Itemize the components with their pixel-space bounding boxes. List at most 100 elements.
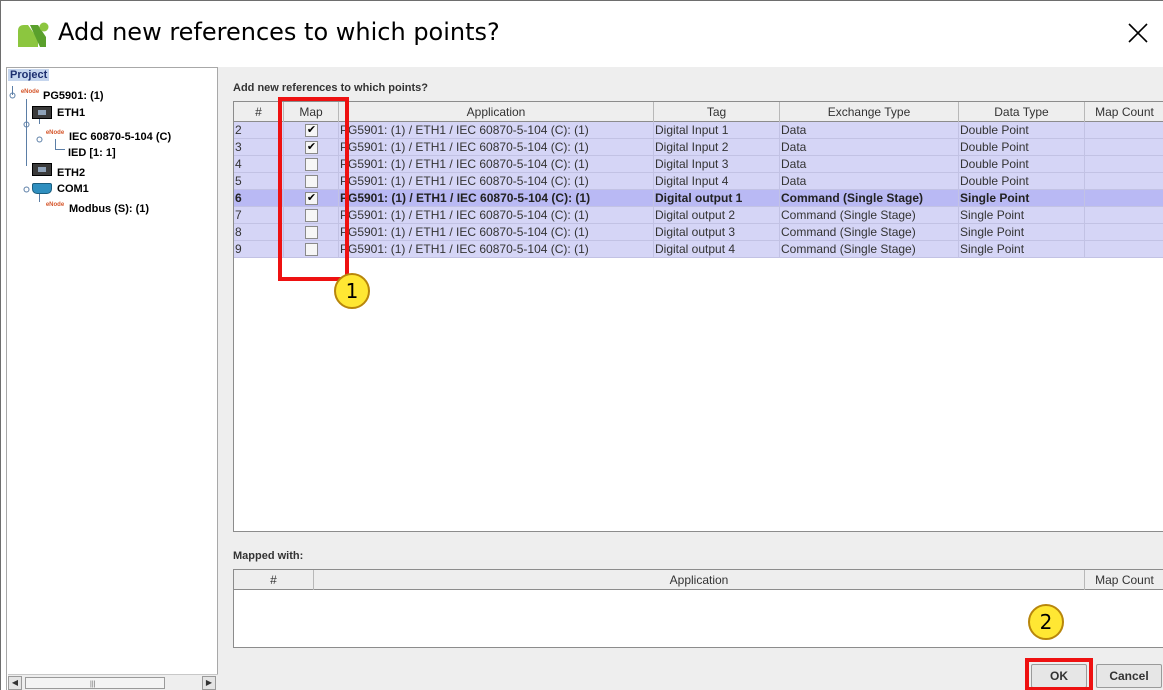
points-section-label: Add new references to which points?	[233, 82, 428, 94]
table-row[interactable]: 8 PG5901: (1) / ETH1 / IEC 60870-5-104 (C…	[234, 224, 1163, 241]
cancel-button[interactable]: Cancel	[1096, 664, 1162, 688]
cell-exchange: Command (Single Stage)	[780, 190, 959, 207]
tree-horizontal-scrollbar[interactable]: ◀ ||| ▶	[8, 674, 218, 690]
cell-exchange: Data	[780, 173, 959, 190]
scroll-thumb[interactable]: |||	[25, 677, 165, 689]
dialog-window: Add new references to which points? Proj…	[0, 0, 1163, 690]
cell-tag: Digital output 2	[654, 207, 780, 224]
cell-num: 2	[234, 122, 284, 139]
mapped-col-header-num[interactable]: #	[234, 570, 314, 590]
mapped-col-header-application[interactable]: Application	[314, 570, 1085, 590]
tree-node-com1[interactable]: COM1	[57, 183, 89, 195]
tree-expand-icon[interactable]	[36, 136, 43, 143]
tree-node-iec104[interactable]: IEC 60870-5-104 (C)	[69, 131, 171, 143]
cell-datatype: Double Point	[959, 173, 1085, 190]
cell-exchange: Command (Single Stage)	[780, 224, 959, 241]
cell-num: 6	[234, 190, 284, 207]
ethernet-port-icon	[32, 106, 52, 119]
tree-node-ied[interactable]: IED [1: 1]	[68, 147, 116, 159]
cell-datatype: Double Point	[959, 156, 1085, 173]
cell-exchange: Command (Single Stage)	[780, 241, 959, 258]
cell-tag: Digital Input 2	[654, 139, 780, 156]
table-row[interactable]: 7 PG5901: (1) / ETH1 / IEC 60870-5-104 (C…	[234, 207, 1163, 224]
cell-num: 4	[234, 156, 284, 173]
close-icon[interactable]	[1123, 18, 1153, 48]
table-row[interactable]: 2 ✔ PG5901: (1) / ETH1 / IEC 60870-5-104 (…	[234, 122, 1163, 139]
dialog-content: Project eNode PG5901: (1) ETH1 eNode IEC…	[6, 67, 1163, 690]
scroll-right-icon[interactable]: ▶	[202, 676, 216, 690]
cell-count	[1085, 173, 1163, 190]
cell-datatype: Single Point	[959, 241, 1085, 258]
col-header-exchange-type[interactable]: Exchange Type	[780, 102, 959, 122]
app-logo-icon	[18, 22, 49, 47]
cell-datatype: Double Point	[959, 139, 1085, 156]
tree-node-modbus[interactable]: Modbus (S): (1)	[69, 203, 149, 215]
cell-exchange: Command (Single Stage)	[780, 207, 959, 224]
col-header-application[interactable]: Application	[339, 102, 654, 122]
cell-count	[1085, 139, 1163, 156]
tree-node-pg5901[interactable]: PG5901: (1)	[43, 90, 104, 102]
tree-expand-icon[interactable]	[23, 121, 30, 128]
cell-tag: Digital Input 3	[654, 156, 780, 173]
col-header-num[interactable]: #	[234, 102, 284, 122]
cell-count	[1085, 190, 1163, 207]
scroll-left-icon[interactable]: ◀	[8, 676, 22, 690]
tree-node-eth2[interactable]: ETH2	[57, 167, 85, 179]
cell-exchange: Data	[780, 156, 959, 173]
col-header-data-type[interactable]: Data Type	[959, 102, 1085, 122]
enode-icon: eNode	[44, 202, 66, 208]
table-row[interactable]: 6 ✔ PG5901: (1) / ETH1 / IEC 60870-5-104 (…	[234, 190, 1163, 207]
tree-connector	[55, 149, 65, 150]
annotation-highlight-ok	[1025, 658, 1093, 690]
enode-icon-label: eNode	[20, 89, 40, 95]
cell-num: 9	[234, 241, 284, 258]
cell-application: PG5901: (1) / ETH1 / IEC 60870-5-104 (C)…	[339, 241, 654, 258]
cell-application: PG5901: (1) / ETH1 / IEC 60870-5-104 (C)…	[339, 224, 654, 241]
mapped-col-header-map-count[interactable]: Map Count	[1085, 570, 1163, 590]
tree-connector	[26, 99, 27, 166]
cell-application: PG5901: (1) / ETH1 / IEC 60870-5-104 (C)…	[339, 156, 654, 173]
points-table-header: # Map Application Tag Exchange Type Data…	[234, 102, 1163, 122]
cell-count	[1085, 207, 1163, 224]
cell-tag: Digital output 4	[654, 241, 780, 258]
tree-node-eth1[interactable]: ETH1	[57, 107, 85, 119]
cell-tag: Digital Input 4	[654, 173, 780, 190]
cell-tag: Digital Input 1	[654, 122, 780, 139]
cell-exchange: Data	[780, 139, 959, 156]
tree-connector	[55, 139, 56, 149]
col-header-map-count[interactable]: Map Count	[1085, 102, 1163, 122]
tree-root-project[interactable]: Project	[8, 69, 50, 81]
cell-application: PG5901: (1) / ETH1 / IEC 60870-5-104 (C)…	[339, 190, 654, 207]
title-bar: Add new references to which points?	[1, 1, 1163, 67]
cell-tag: Digital output 1	[654, 190, 780, 207]
cell-exchange: Data	[780, 122, 959, 139]
table-row[interactable]: 9 PG5901: (1) / ETH1 / IEC 60870-5-104 (C…	[234, 241, 1163, 258]
cell-datatype: Double Point	[959, 122, 1085, 139]
enode-icon: eNode	[44, 130, 66, 136]
points-table[interactable]: # Map Application Tag Exchange Type Data…	[233, 101, 1163, 532]
cell-application: PG5901: (1) / ETH1 / IEC 60870-5-104 (C)…	[339, 139, 654, 156]
cell-application: PG5901: (1) / ETH1 / IEC 60870-5-104 (C)…	[339, 207, 654, 224]
scroll-grip-icon: |||	[90, 681, 96, 688]
cell-application: PG5901: (1) / ETH1 / IEC 60870-5-104 (C)…	[339, 173, 654, 190]
table-row[interactable]: 4 PG5901: (1) / ETH1 / IEC 60870-5-104 (C…	[234, 156, 1163, 173]
cell-num: 7	[234, 207, 284, 224]
cell-application: PG5901: (1) / ETH1 / IEC 60870-5-104 (C)…	[339, 122, 654, 139]
table-row[interactable]: 3 ✔ PG5901: (1) / ETH1 / IEC 60870-5-104 (…	[234, 139, 1163, 156]
cell-num: 8	[234, 224, 284, 241]
cell-num: 3	[234, 139, 284, 156]
mapped-table[interactable]: # Application Map Count	[233, 569, 1163, 648]
mapped-table-header: # Application Map Count	[234, 570, 1163, 590]
table-row[interactable]: 5 PG5901: (1) / ETH1 / IEC 60870-5-104 (C…	[234, 173, 1163, 190]
serial-port-icon	[32, 183, 52, 194]
dialog-title: Add new references to which points?	[58, 18, 500, 46]
tree-expand-icon[interactable]	[23, 186, 30, 193]
cell-datatype: Single Point	[959, 207, 1085, 224]
project-tree[interactable]: Project eNode PG5901: (1) ETH1 eNode IEC…	[6, 67, 218, 690]
enode-icon-label: eNode	[45, 130, 65, 136]
tree-expand-icon[interactable]	[9, 92, 16, 99]
enode-icon: eNode	[19, 89, 41, 95]
enode-icon-label: eNode	[45, 202, 65, 208]
annotation-highlight-map-column	[278, 97, 349, 281]
col-header-tag[interactable]: Tag	[654, 102, 780, 122]
